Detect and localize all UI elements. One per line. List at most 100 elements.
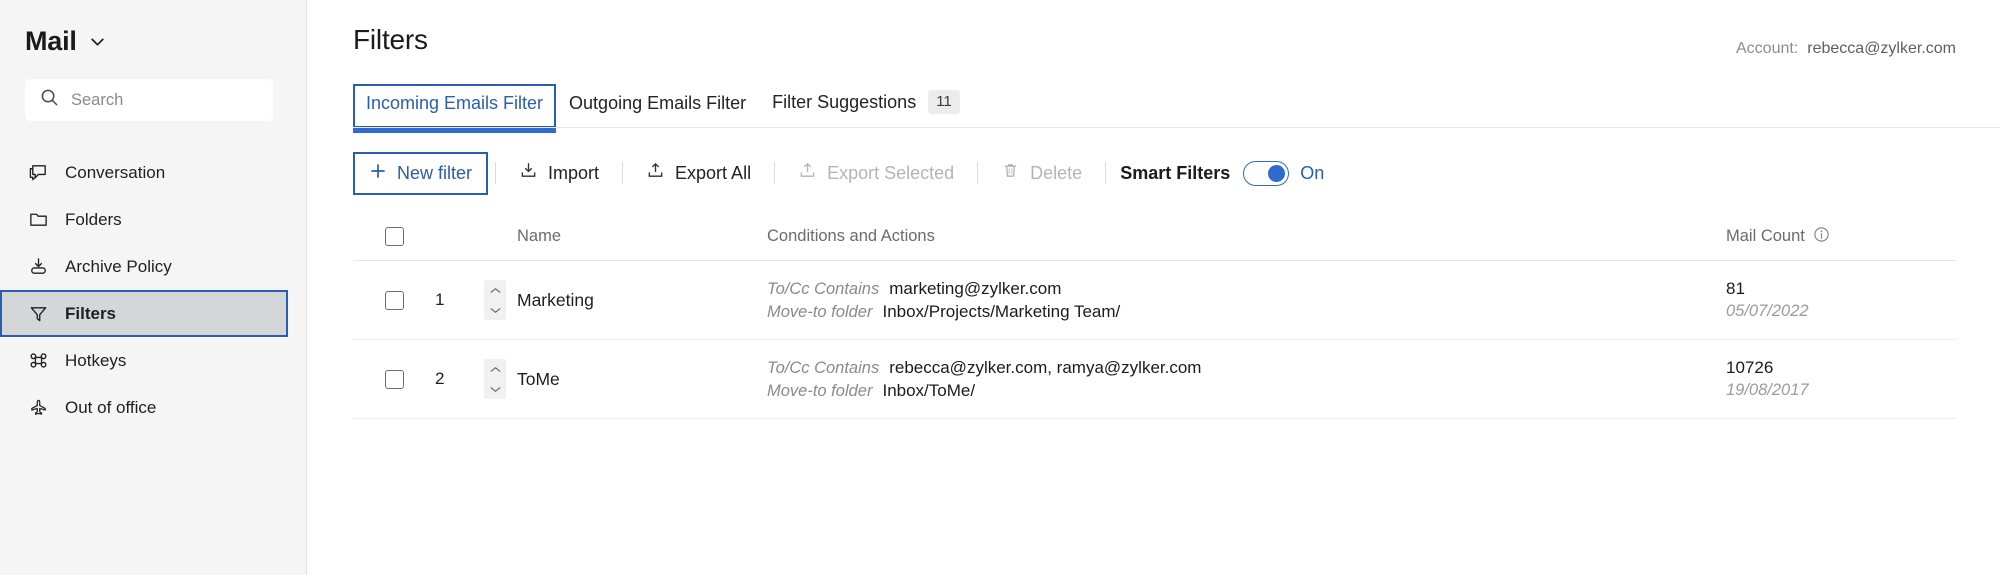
sidebar-nav: Conversation Folders Archive Policy Filt… xyxy=(0,149,306,431)
chevron-down-icon[interactable] xyxy=(89,33,106,50)
airplane-icon xyxy=(27,397,49,419)
export-all-label: Export All xyxy=(675,163,752,183)
main-content: Filters Account: rebecca@zylker.com Inco… xyxy=(307,0,2000,575)
app-root: Mail Search Conversation Folders Archive… xyxy=(0,0,2000,575)
mail-count-label: Mail Count xyxy=(1726,227,1805,245)
sidebar-item-label: Conversation xyxy=(65,162,166,182)
tab-filter-suggestions[interactable]: Filter Suggestions 11 xyxy=(759,81,973,128)
account-value: rebecca@zylker.com xyxy=(1807,40,1956,57)
smart-filters-state: On xyxy=(1300,162,1325,183)
toggle-knob xyxy=(1268,164,1286,182)
sidebar-item-label: Folders xyxy=(65,209,122,229)
reorder-stepper[interactable] xyxy=(484,359,506,399)
sidebar-item-label: Out of office xyxy=(65,397,157,417)
brand-title: Mail xyxy=(25,26,77,56)
search-input[interactable]: Search xyxy=(25,79,273,121)
row-checkbox[interactable] xyxy=(384,369,404,389)
table-header-row: Name Conditions and Actions Mail Count xyxy=(353,213,1956,261)
row-filter-name: ToMe xyxy=(517,368,560,389)
column-header-name: Name xyxy=(517,227,562,245)
new-filter-button[interactable]: New filter xyxy=(353,151,489,195)
sidebar-item-filters[interactable]: Filters xyxy=(0,290,288,337)
toolbar-divider xyxy=(495,162,497,184)
condition-value: Inbox/Projects/Marketing Team/ xyxy=(882,301,1121,321)
import-button[interactable]: Import xyxy=(503,151,615,195)
condition-key: To/Cc Contains xyxy=(767,279,880,298)
condition-line: To/Cc Contains rebecca@zylker.com, ramya… xyxy=(767,358,1726,378)
condition-key: To/Cc Contains xyxy=(767,358,880,377)
sidebar: Mail Search Conversation Folders Archive… xyxy=(0,0,307,575)
mail-count-value: 10726 xyxy=(1726,358,1774,377)
row-index: 1 xyxy=(435,290,445,309)
toolbar-divider xyxy=(977,162,979,184)
tab-badge-count: 11 xyxy=(928,90,960,114)
row-checkbox[interactable] xyxy=(384,290,404,310)
export-selected-label: Export Selected xyxy=(827,163,955,183)
archive-icon xyxy=(27,256,49,278)
new-filter-label: New filter xyxy=(397,163,473,183)
condition-key: Move-to folder xyxy=(767,381,873,400)
row-index: 2 xyxy=(435,369,445,388)
mail-count-date: 05/07/2022 xyxy=(1726,302,1809,320)
select-all-checkbox[interactable] xyxy=(384,227,404,246)
sidebar-item-folders[interactable]: Folders xyxy=(0,196,288,243)
row-filter-name: Marketing xyxy=(517,289,594,310)
export-icon xyxy=(646,161,665,185)
plus-icon xyxy=(369,162,387,185)
info-icon[interactable] xyxy=(1813,226,1830,248)
smart-filters-toggle[interactable] xyxy=(1243,160,1290,186)
mail-count-date: 19/08/2017 xyxy=(1726,381,1809,399)
export-all-button[interactable]: Export All xyxy=(630,151,767,195)
column-header-mail-count: Mail Count xyxy=(1726,226,1956,248)
conversation-icon xyxy=(27,162,49,184)
sidebar-item-out-of-office[interactable]: Out of office xyxy=(0,384,288,431)
condition-key: Move-to folder xyxy=(767,302,873,321)
condition-line: Move-to folder Inbox/ToMe/ xyxy=(767,381,1726,401)
folder-icon xyxy=(27,209,49,231)
tab-bar: Incoming Emails Filter Outgoing Emails F… xyxy=(307,81,2000,133)
tab-label: Filter Suggestions xyxy=(772,91,917,112)
sidebar-item-label: Hotkeys xyxy=(65,350,127,370)
row-reorder-cell xyxy=(473,280,517,320)
table-row[interactable]: 1 Marketing To/Cc Contains marketing@zyl… xyxy=(353,261,1956,340)
row-select-cell xyxy=(353,369,435,389)
export-icon xyxy=(798,161,817,185)
tab-label: Outgoing Emails Filter xyxy=(569,93,747,113)
table-row[interactable]: 2 ToMe To/Cc Contains rebecca@zylker.com… xyxy=(353,340,1956,419)
sidebar-item-hotkeys[interactable]: Hotkeys xyxy=(0,337,288,384)
export-selected-button: Export Selected xyxy=(782,151,970,195)
condition-value: rebecca@zylker.com, ramya@zylker.com xyxy=(889,357,1202,377)
condition-value: marketing@zylker.com xyxy=(889,278,1062,298)
page-title: Filters xyxy=(353,24,428,55)
row-mail-count: 10726 19/08/2017 xyxy=(1726,358,1956,400)
chevron-up-icon xyxy=(490,287,500,293)
filters-table: Name Conditions and Actions Mail Count 1… xyxy=(307,213,2000,419)
import-icon xyxy=(519,161,538,185)
brand-selector[interactable]: Mail xyxy=(0,0,306,57)
condition-value: Inbox/ToMe/ xyxy=(882,380,976,400)
sidebar-item-archive-policy[interactable]: Archive Policy xyxy=(0,243,288,290)
column-header-conditions: Conditions and Actions xyxy=(767,227,935,245)
mail-count-value: 81 xyxy=(1726,279,1745,298)
sidebar-item-label: Filters xyxy=(65,303,117,323)
tab-outgoing-emails-filter[interactable]: Outgoing Emails Filter xyxy=(556,84,759,128)
account-label: Account: xyxy=(1736,40,1799,57)
tab-label: Incoming Emails Filter xyxy=(366,93,544,113)
tab-incoming-emails-filter[interactable]: Incoming Emails Filter xyxy=(353,84,557,133)
reorder-stepper[interactable] xyxy=(484,280,506,320)
toolbar-divider xyxy=(622,162,624,184)
import-label: Import xyxy=(548,163,600,183)
row-reorder-cell xyxy=(473,359,517,399)
chevron-up-icon xyxy=(490,366,500,372)
toolbar-divider xyxy=(774,162,776,184)
page-header: Filters Account: rebecca@zylker.com xyxy=(307,0,2000,58)
row-conditions: To/Cc Contains marketing@zylker.com Move… xyxy=(767,276,1726,325)
delete-button: Delete xyxy=(985,151,1098,195)
trash-icon xyxy=(1001,161,1020,185)
filters-toolbar: New filter Import Export All Export Sele… xyxy=(307,151,2000,195)
toolbar-divider xyxy=(1105,162,1107,184)
command-icon xyxy=(27,350,49,372)
chevron-down-icon xyxy=(490,386,500,392)
row-select-cell xyxy=(353,290,435,310)
sidebar-item-conversation[interactable]: Conversation xyxy=(0,149,288,196)
